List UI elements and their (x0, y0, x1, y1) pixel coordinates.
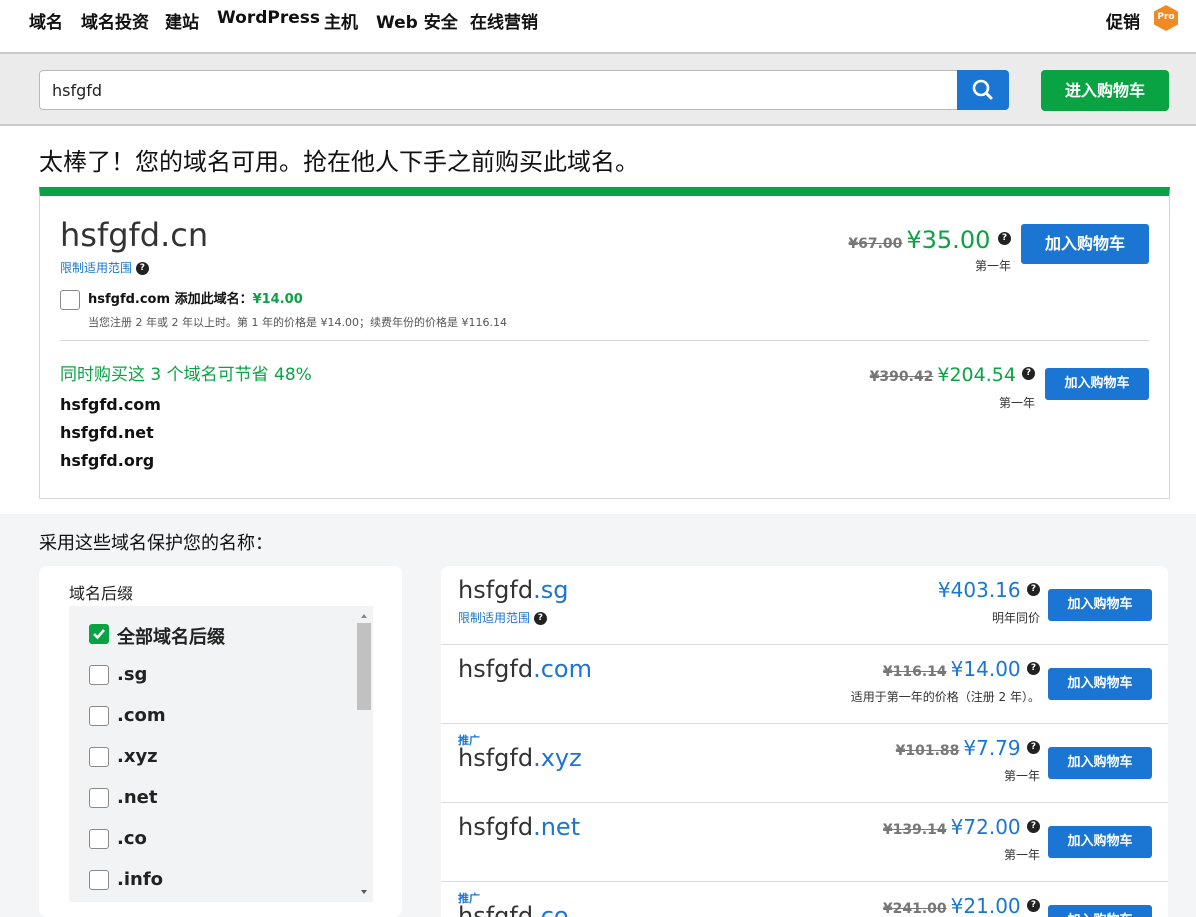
result-old-price: ¥101.88 (895, 743, 960, 759)
filter-label-sg[interactable]: .sg (117, 664, 147, 685)
result-price-note: 第一年 (1003, 848, 1040, 862)
bundle-help-icon[interactable]: ? (1022, 367, 1035, 380)
filter-label-all[interactable]: 全部域名后缀 (117, 623, 225, 649)
price-help-icon[interactable]: ? (1027, 820, 1040, 833)
filter-checkbox-com[interactable] (89, 706, 109, 726)
bundle-add-to-cart-button[interactable]: 加入购物车 (1045, 368, 1149, 400)
price-help-icon[interactable]: ? (1027, 741, 1040, 754)
result-old-price: ¥116.14 (882, 664, 947, 680)
nav-wordpress[interactable]: WordPress (217, 8, 320, 28)
help-icon[interactable]: ? (533, 612, 547, 625)
result-price-note: 第一年 (1003, 769, 1040, 783)
addon-domain: hsfgfd.com (88, 292, 171, 307)
featured-add-to-cart-button[interactable]: 加入购物车 (1021, 224, 1149, 264)
featured-old-price: ¥67.00 (848, 236, 903, 252)
bundle-new-price: ¥204.54 (937, 364, 1016, 386)
result-domain[interactable]: hsfgfd.xyz (458, 744, 582, 772)
nav-promotions[interactable]: 促销 (1106, 8, 1140, 33)
result-row: hsfgfd.net ¥139.14 ¥72.00 ? 第一年 加入购物车 (441, 803, 1168, 882)
search-icon (972, 79, 993, 100)
addon-note: 当您注册 2 年或 2 年以上时。第 1 年的价格是 ¥14.00；续费年份的价… (88, 316, 507, 329)
filter-title: 域名后缀 (69, 584, 134, 603)
tld-filter-panel: 域名后缀 全部域名后缀 .sg .com .xyz .net .co .info (39, 566, 402, 917)
result-row: hsfgfd.com ¥116.14 ¥14.00 ? 适用于第一年的价格（注册 … (441, 645, 1168, 724)
result-domain[interactable]: hsfgfd.com (458, 655, 592, 683)
restriction-link[interactable]: 限制适用范围 (458, 611, 530, 625)
result-price: ¥116.14 ¥14.00 ? (883, 657, 1040, 681)
result-price: ¥241.00 ¥21.00 ? (883, 894, 1040, 917)
bundle-domain: hsfgfd.org (60, 451, 155, 470)
filter-label-xyz[interactable]: .xyz (117, 746, 158, 767)
featured-period: 第一年 (974, 259, 1011, 273)
nav-domains[interactable]: 域名 (29, 8, 63, 33)
filter-checkbox-all[interactable] (89, 624, 109, 644)
addon-checkbox[interactable] (60, 290, 80, 310)
result-price-note: 适用于第一年的价格（注册 2 年）。 (850, 690, 1040, 704)
result-old-price: ¥241.00 (882, 901, 947, 917)
result-add-to-cart-button[interactable]: 加入购物车 (1048, 905, 1152, 917)
bundle-old-price: ¥390.42 (869, 369, 934, 385)
filter-checkbox-net[interactable] (89, 788, 109, 808)
filter-checkbox-xyz[interactable] (89, 747, 109, 767)
nav-online-marketing[interactable]: 在线营销 (470, 8, 538, 33)
result-add-to-cart-button[interactable]: 加入购物车 (1048, 747, 1152, 779)
filter-checkbox-info[interactable] (89, 870, 109, 890)
result-row: hsfgfd.sg 限制适用范围 ? ¥403.16 ? 明年同价 加入购物车 (441, 566, 1168, 645)
featured-new-price: ¥35.00 (906, 226, 991, 254)
restriction-link[interactable]: 限制适用范围 (60, 261, 132, 275)
result-domain[interactable]: hsfgfd.net (458, 813, 580, 841)
protect-title: 采用这些域名保护您的名称： (39, 533, 273, 554)
price-help-icon[interactable]: ? (998, 232, 1011, 245)
go-to-cart-button[interactable]: 进入购物车 (1041, 70, 1169, 111)
result-row: 推广 hsfgfd.co ¥241.00¥21.00 ? 加入购物车 (441, 882, 1168, 917)
price-help-icon[interactable]: ? (1027, 662, 1040, 675)
bundle-title: 同时购买这 3 个域名可节省 48% (60, 365, 312, 385)
result-add-to-cart-button[interactable]: 加入购物车 (1048, 668, 1152, 700)
bundle-domain: hsfgfd.com (60, 395, 161, 414)
filter-label-com[interactable]: .com (117, 705, 166, 726)
tld-filter-list: 全部域名后缀 .sg .com .xyz .net .co .info (69, 606, 373, 902)
bundle-domain: hsfgfd.net (60, 423, 154, 442)
check-icon (93, 629, 105, 640)
result-price-note: 明年同价 (991, 611, 1040, 625)
filter-checkbox-sg[interactable] (89, 665, 109, 685)
result-price: ¥101.88 ¥7.79 ? (896, 736, 1040, 760)
divider (60, 340, 1149, 341)
filter-label-co[interactable]: .co (117, 828, 147, 849)
result-price: ¥139.14 ¥72.00 ? (883, 815, 1040, 839)
result-add-to-cart-button[interactable]: 加入购物车 (1048, 826, 1152, 858)
bundle-period: 第一年 (998, 396, 1035, 410)
top-nav: 域名 域名投资 建站 WordPress 主机 Web 安全 在线营销 促销 P… (0, 0, 1196, 52)
result-row: 推广 hsfgfd.xyz ¥101.88 ¥7.79 ? 第一年 加入购物车 (441, 724, 1168, 803)
help-icon[interactable]: ? (135, 262, 149, 275)
search-bar: 进入购物车 (0, 52, 1196, 126)
featured-domain-name: hsfgfd.cn (60, 216, 209, 254)
filter-scrollbar[interactable] (355, 606, 373, 902)
domain-results-list: hsfgfd.sg 限制适用范围 ? ¥403.16 ? 明年同价 加入购物车 … (441, 566, 1168, 917)
addon-price: ¥14.00 (252, 292, 303, 307)
filter-label-info[interactable]: .info (117, 869, 163, 890)
filter-checkbox-co[interactable] (89, 829, 109, 849)
filter-label-net[interactable]: .net (117, 787, 157, 808)
domain-search-input[interactable] (39, 70, 959, 110)
result-domain[interactable]: hsfgfd.co (458, 902, 569, 917)
pro-badge-label: Pro (1157, 12, 1175, 22)
nav-website-builder[interactable]: 建站 (165, 8, 199, 33)
featured-price: ¥67.00 ¥35.00 ? (848, 226, 1011, 254)
price-help-icon[interactable]: ? (1027, 899, 1040, 912)
availability-headline: 太棒了！您的域名可用。抢在他人下手之前购买此域名。 (39, 148, 639, 176)
nav-domain-investing[interactable]: 域名投资 (81, 8, 149, 33)
pro-badge-icon[interactable]: Pro (1152, 4, 1180, 32)
result-add-to-cart-button[interactable]: 加入购物车 (1048, 589, 1152, 621)
result-domain[interactable]: hsfgfd.sg (458, 576, 568, 604)
nav-hosting[interactable]: 主机 (324, 8, 358, 33)
price-help-icon[interactable]: ? (1027, 583, 1040, 596)
bundle-price: ¥390.42 ¥204.54 ? (870, 364, 1035, 386)
nav-web-security[interactable]: Web 安全 (376, 8, 458, 33)
search-button[interactable] (957, 70, 1009, 110)
featured-domain-card: hsfgfd.cn 限制适用范围 ? ¥67.00 ¥35.00 ? 第一年 加入… (39, 187, 1170, 499)
result-price: ¥403.16 ? (938, 578, 1040, 602)
addon-label: 添加此域名： (174, 292, 253, 307)
result-old-price: ¥139.14 (882, 822, 947, 838)
